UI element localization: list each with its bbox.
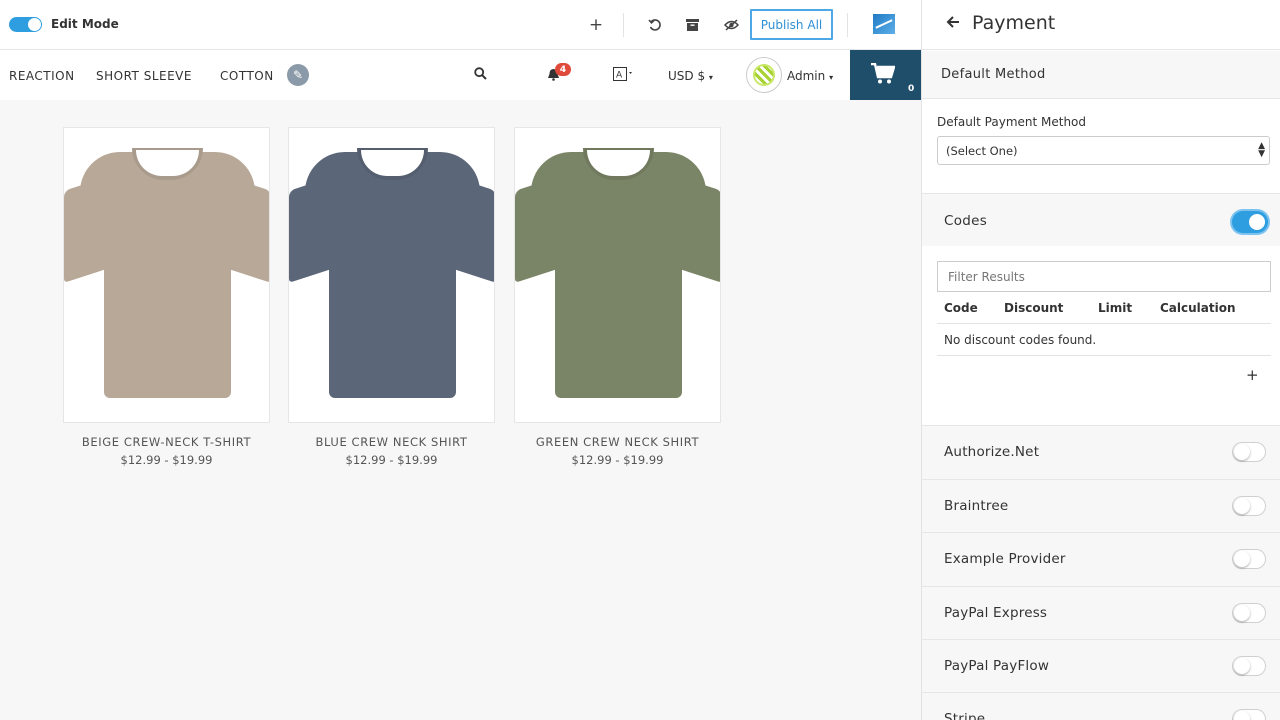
toolbar-divider [847,13,848,37]
cart-button[interactable]: 0 [850,50,921,100]
toggle-knob [1234,551,1250,567]
product-card[interactable]: BEIGE CREW-NECK T-SHIRT $12.99 - $19.99 [63,127,270,467]
column-header-calculation[interactable]: Calculation [1160,301,1236,315]
product-card[interactable]: BLUE CREW NECK SHIRT $12.99 - $19.99 [288,127,495,467]
toggle-knob [1234,444,1250,460]
product-image[interactable] [514,127,721,423]
paypal-express-toggle[interactable] [1232,603,1266,623]
nav-tag-short-sleeve[interactable]: SHORT SLEEVE [96,69,192,83]
select-arrows-icon: ▲ ▼ [1258,141,1265,159]
column-header-code[interactable]: Code [944,301,978,315]
currency-label: USD $ [668,69,706,83]
nav-tag-cotton[interactable]: COTTON [220,69,274,83]
nav-tag-reaction[interactable]: REACTION [9,69,75,83]
user-menu[interactable]: Admin ▾ [787,69,833,83]
visibility-icon[interactable] [721,15,741,35]
default-payment-method-select[interactable]: (Select One) ▲ ▼ [937,136,1270,165]
product-price: $12.99 - $19.99 [571,453,664,467]
braintree-toggle[interactable] [1232,496,1266,516]
product-title[interactable]: BLUE CREW NECK SHIRT [288,435,495,449]
chevron-down-icon: ▾ [708,73,713,82]
admin-toolbar: Edit Mode + Publish All [0,0,921,50]
provider-label: Stripe [944,711,986,720]
avatar[interactable] [746,57,782,93]
product-card[interactable]: GREEN CREW NECK SHIRT $12.99 - $19.99 [514,127,721,467]
provider-row-paypal-express[interactable]: PayPal Express [922,586,1280,640]
toolbar-divider [623,13,624,37]
toggle-knob [28,18,41,31]
user-name: Admin [787,69,826,83]
t-shirt-image [515,148,720,400]
filter-results-input[interactable] [937,261,1271,292]
provider-label: PayPal PayFlow [944,658,1050,674]
publish-all-button[interactable]: Publish All [750,9,833,40]
product-title[interactable]: BEIGE CREW-NECK T-SHIRT [63,435,270,449]
default-method-section-header[interactable]: Default Method [922,51,1280,99]
plus-icon[interactable]: + [586,15,606,35]
svg-text:A: A [616,71,623,81]
chevron-down-icon: ▾ [829,73,834,82]
panel-title: Payment [972,12,1056,34]
toggle-knob [1234,658,1250,674]
example-provider-toggle[interactable] [1232,549,1266,569]
column-header-discount[interactable]: Discount [1004,301,1063,315]
provider-row-example-provider[interactable]: Example Provider [922,532,1280,586]
back-arrow-icon[interactable] [946,14,960,33]
currency-selector[interactable]: USD $ ▾ [668,69,713,83]
t-shirt-image [64,148,269,400]
toggle-knob [1249,214,1265,230]
product-image[interactable] [63,127,270,423]
cart-icon [871,62,896,91]
product-title[interactable]: GREEN CREW NECK SHIRT [514,435,721,449]
select-value: (Select One) [946,144,1018,158]
provider-label: Example Provider [944,551,1066,567]
paypal-payflow-toggle[interactable] [1232,656,1266,676]
stripe-toggle[interactable] [1232,709,1266,720]
toggle-knob [1234,498,1250,514]
authorize-net-toggle[interactable] [1232,442,1266,462]
cart-count-badge: 0 [908,84,915,94]
t-shirt-image [289,148,494,400]
product-price: $12.99 - $19.99 [345,453,438,467]
language-icon[interactable]: A [613,67,635,85]
provider-row-paypal-payflow[interactable]: PayPal PayFlow [922,639,1280,693]
edit-mode-label: Edit Mode [51,17,119,31]
section-title: Default Method [941,67,1046,82]
product-price: $12.99 - $19.99 [120,453,213,467]
product-image[interactable] [288,127,495,423]
provider-label: PayPal Express [944,605,1048,621]
archive-icon[interactable] [682,15,702,35]
provider-label: Braintree [944,498,1009,514]
column-header-limit[interactable]: Limit [1098,301,1132,315]
provider-label: Authorize.Net [944,444,1040,460]
payment-settings-panel: Payment Default Method Default Payment M… [921,0,1280,720]
codes-toggle[interactable] [1232,211,1268,233]
table-divider [937,355,1271,356]
search-icon[interactable] [474,67,487,84]
brand-logo-icon [873,14,895,34]
provider-row-stripe[interactable]: Stripe [922,692,1280,720]
codes-section-header[interactable]: Codes [922,193,1280,246]
toggle-knob [1234,711,1250,720]
toggle-knob [1234,605,1250,621]
provider-row-authorize-net[interactable]: Authorize.Net [922,425,1280,479]
section-title: Codes [944,213,988,229]
default-payment-method-label: Default Payment Method [937,115,1087,129]
provider-row-braintree[interactable]: Braintree [922,479,1280,533]
edit-mode-toggle[interactable] [9,17,42,32]
notification-count-badge: 4 [555,63,571,76]
table-divider [937,323,1271,324]
panel-header: Payment [922,0,1280,50]
add-discount-code-plus-icon[interactable]: + [1246,366,1259,384]
edit-tags-pencil-icon[interactable]: ✎ [287,64,309,86]
empty-table-message: No discount codes found. [944,333,1097,347]
undo-icon[interactable] [645,15,665,35]
